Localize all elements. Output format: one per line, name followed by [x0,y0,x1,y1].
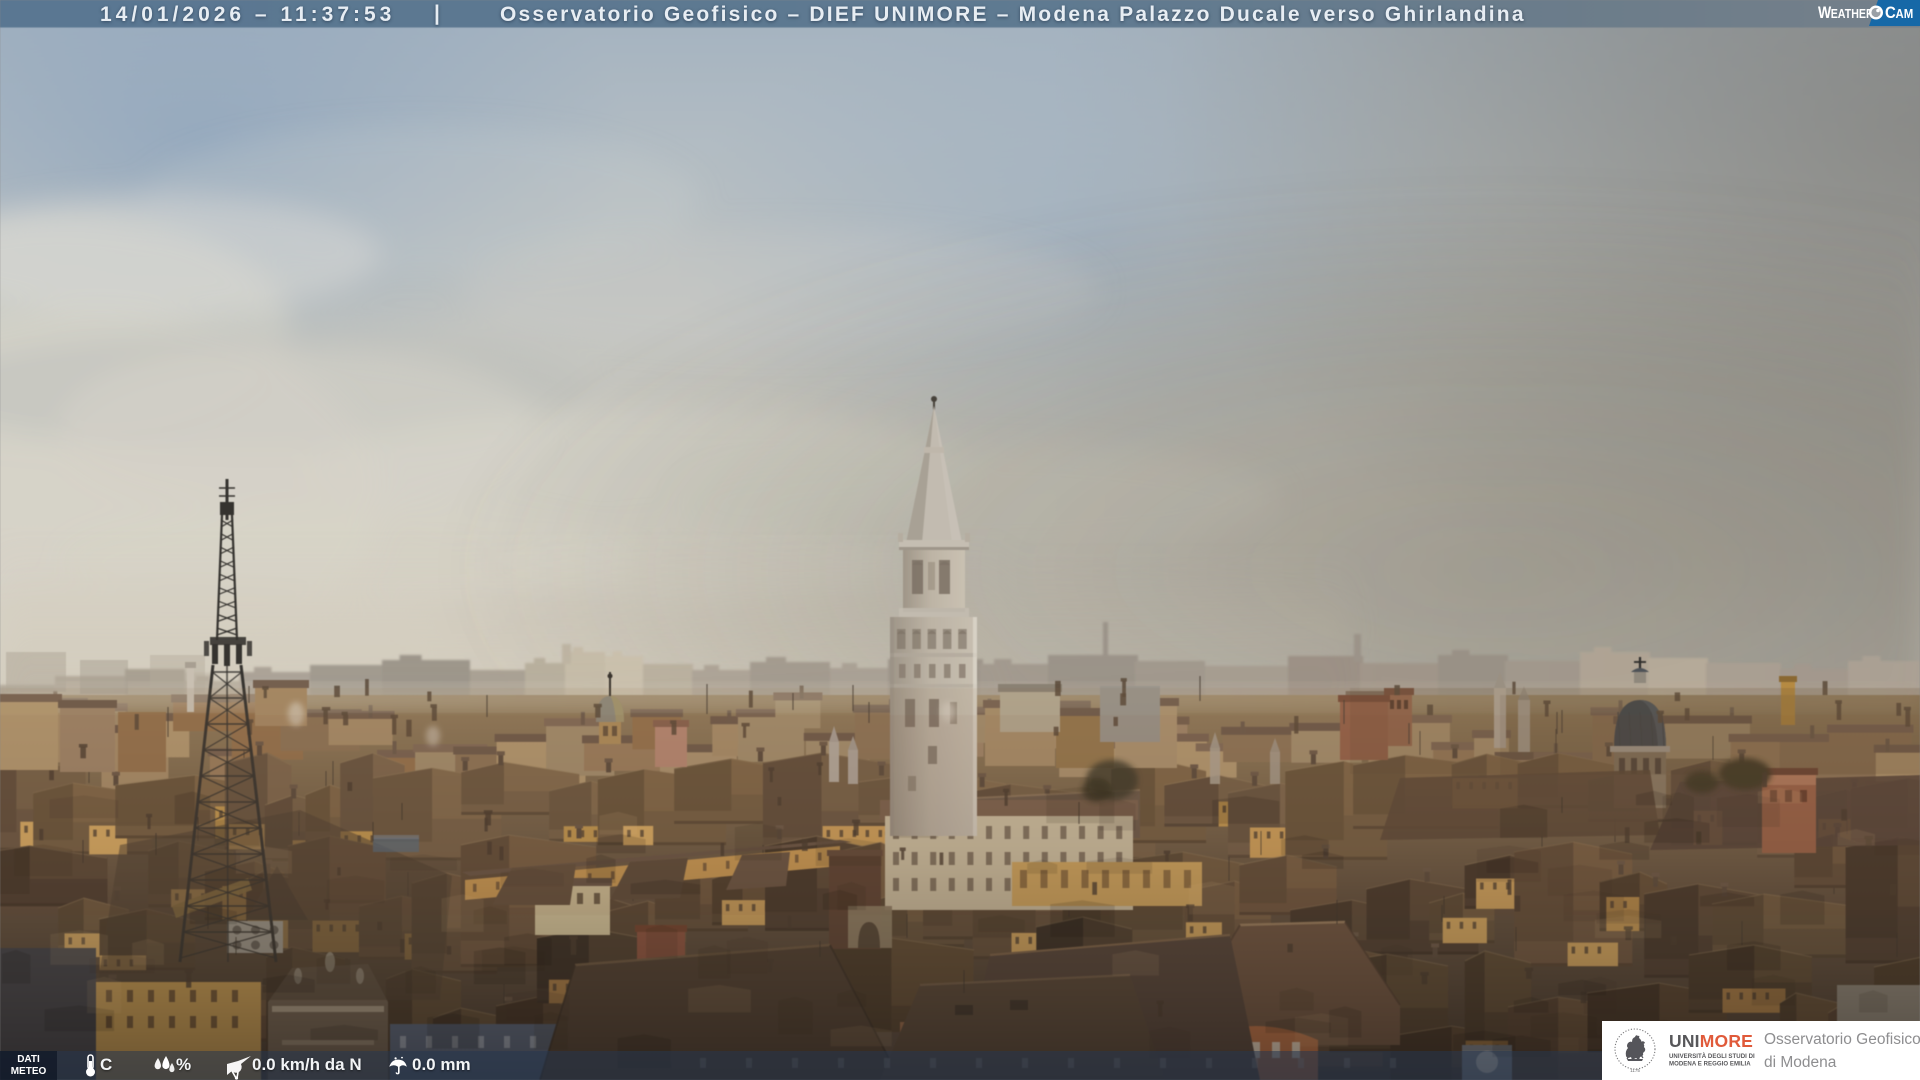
svg-text:EATHER: EATHER [1831,6,1874,21]
svg-text:C: C [1885,4,1896,22]
svg-text:1175: 1175 [1630,1068,1640,1073]
svg-text:AM: AM [1896,6,1914,21]
svg-text:W: W [1818,4,1831,23]
